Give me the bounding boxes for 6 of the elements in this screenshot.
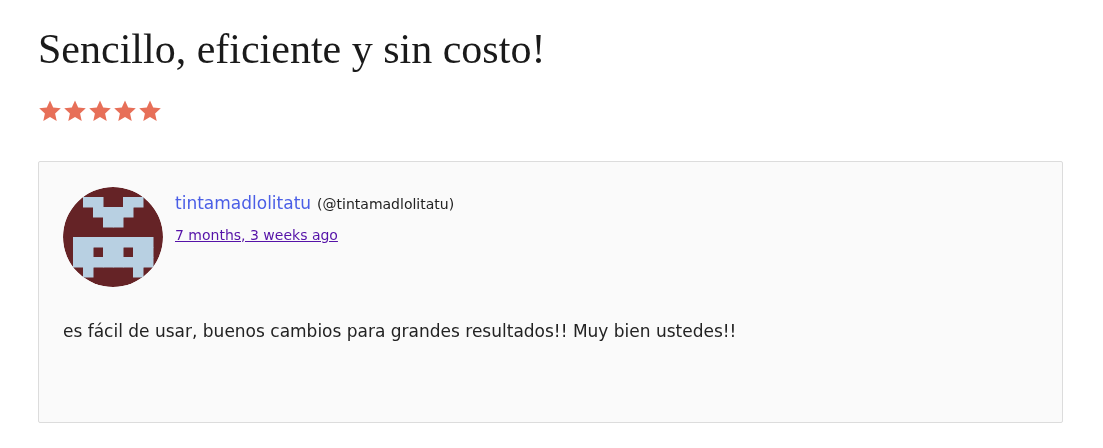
review-title: Sencillo, eficiente y sin costo! [38, 25, 547, 74]
author-link[interactable]: tintamadlolitatu [175, 192, 312, 213]
timestamp-link[interactable]: 7 months, 3 weeks ago [175, 226, 338, 243]
user-handle: (@tintamadlolitatu) [317, 195, 455, 212]
avatar-icon [63, 186, 163, 287]
review-text: es fácil de usar, buenos cambios para grandes resultados!! Muy bien ustedes!! [63, 320, 738, 341]
